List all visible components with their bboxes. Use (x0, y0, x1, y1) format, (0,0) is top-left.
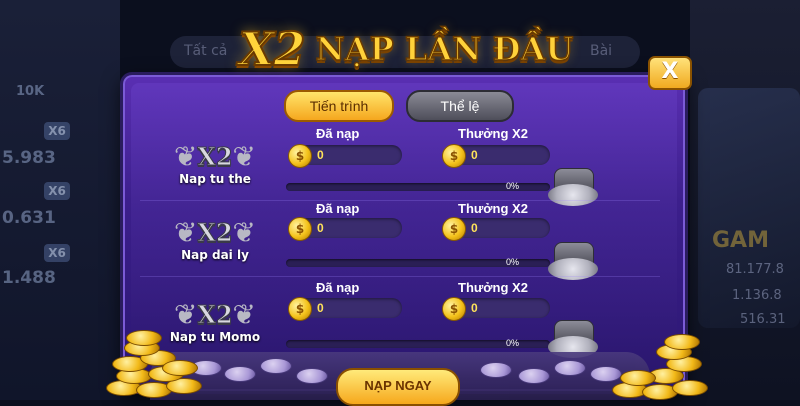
reward-badge-agent: ❦ ❦ X2 Nap dai ly (170, 216, 260, 268)
bg-game-number: 81.177.8 (726, 262, 784, 277)
close-button[interactable]: X (648, 56, 692, 90)
coin-icon: $ (288, 297, 312, 321)
bonus-header: Thưởng X2 (458, 201, 528, 216)
deposit-now-button[interactable]: NẠP NGAY (336, 368, 460, 406)
title-multiplier: X2 (238, 21, 307, 77)
deposited-amount: 0 (317, 301, 324, 315)
bg-badge: X6 (44, 122, 70, 140)
progress-percent: 0% (506, 181, 520, 191)
coin-icon: $ (442, 144, 466, 168)
bg-badge: X6 (44, 244, 70, 262)
tab-rules[interactable]: Thể lệ (406, 90, 514, 122)
bonus-amount: 0 (471, 301, 478, 315)
coin-icon: $ (288, 217, 312, 241)
progress-percent: 0% (506, 257, 520, 267)
row-divider (140, 276, 660, 277)
bg-badge: X6 (44, 182, 70, 200)
deposited-header: Đã nạp (316, 280, 360, 295)
bg-game-number: 1.136.8 (732, 288, 782, 303)
badge-multiplier: X2 (197, 218, 233, 248)
bg-game-number: 516.31 (740, 312, 786, 327)
coin-icon: $ (288, 144, 312, 168)
reward-badge-card: ❦ ❦ X2 Nap tu the (170, 140, 260, 192)
badge-label: Nap dai ly (181, 248, 249, 262)
bonus-amount: 0 (471, 148, 478, 162)
bonus-header: Thưởng X2 (458, 126, 528, 141)
deposited-amount: 0 (317, 221, 324, 235)
badge-multiplier: X2 (197, 142, 233, 172)
dialog-title: X2 NẠP LẦN ĐẦU (226, 21, 586, 86)
treasure-chest-icon (548, 240, 598, 280)
title-text: NẠP LẦN ĐẦU (315, 29, 574, 69)
bg-stat: 10K (16, 84, 45, 99)
bg-stat: 0.631 (2, 208, 56, 228)
bonus-header: Thưởng X2 (458, 280, 528, 295)
progress-percent: 0% (506, 338, 520, 348)
bonus-amount: 0 (471, 221, 478, 235)
bg-stat: 1.488 (2, 268, 56, 288)
deposited-header: Đã nạp (316, 126, 360, 141)
coin-icon: $ (442, 217, 466, 241)
gold-coin-pile-right-icon (606, 330, 716, 400)
coin-icon: $ (442, 297, 466, 321)
bg-stat: 5.983 (2, 148, 56, 168)
tab-progress[interactable]: Tiến trình (284, 90, 394, 122)
bg-filter-cards: Bài (590, 43, 613, 59)
deposited-header: Đã nạp (316, 201, 360, 216)
bg-filter-all: Tất cả (184, 43, 228, 59)
deposited-amount: 0 (317, 148, 324, 162)
row-divider (140, 200, 660, 201)
badge-label: Nap tu the (179, 172, 251, 186)
bg-game-title: GAM (712, 228, 769, 253)
gold-coin-pile-left-icon (96, 320, 206, 400)
